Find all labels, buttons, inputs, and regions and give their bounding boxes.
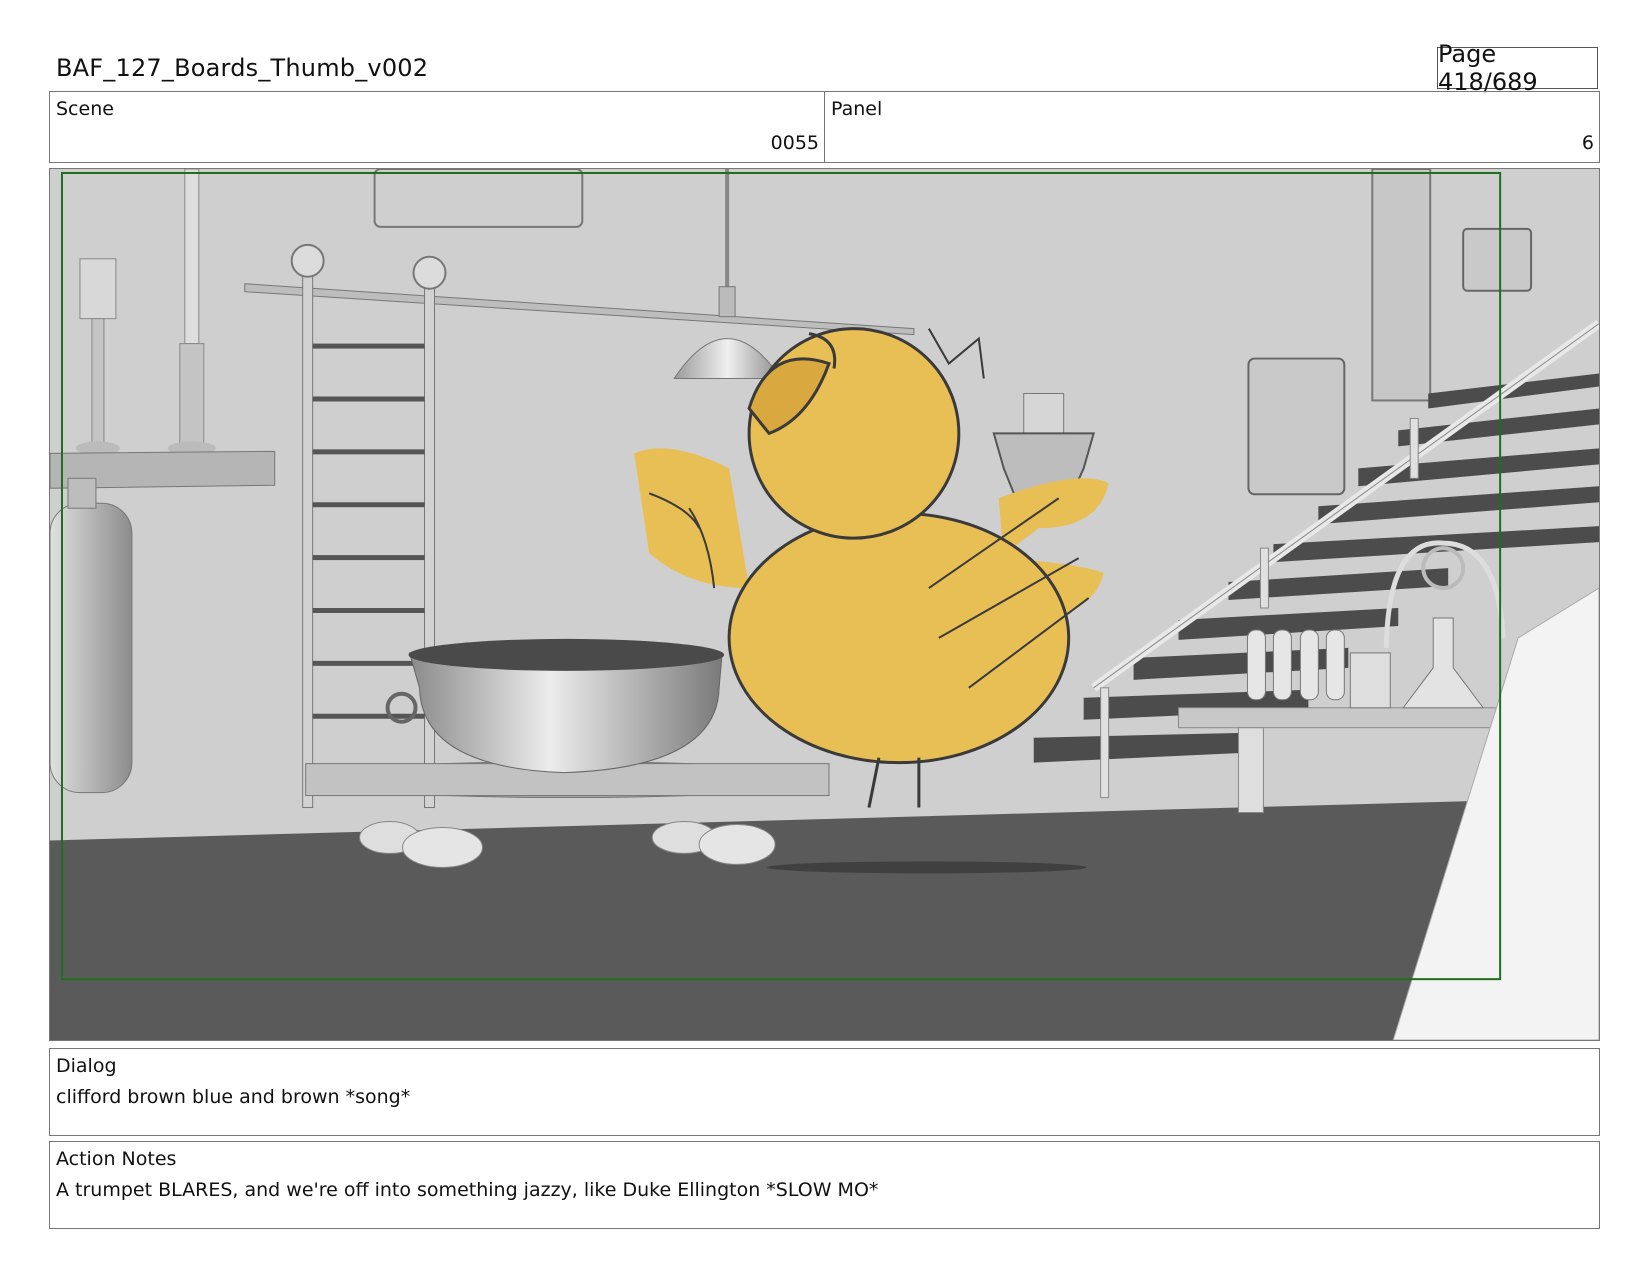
page-indicator: Page 418/689: [1437, 40, 1598, 96]
wall-frame-small: [1462, 227, 1533, 292]
dialog-box: Dialog clifford brown blue and brown *so…: [49, 1048, 1600, 1136]
page-number: Page 418/689: [1438, 40, 1538, 96]
storyboard-frame: [49, 168, 1600, 1041]
document-title: BAF_127_Boards_Thumb_v002: [56, 54, 429, 82]
storyboard-image: [50, 169, 1599, 1040]
panel-cell: Panel 6: [824, 92, 1599, 162]
scene-panel-row: Scene 0055 Panel 6: [49, 91, 1600, 163]
scene-label: Scene: [56, 98, 114, 120]
character-shadow: [767, 861, 1087, 874]
action-notes-text: A trumpet BLARES, and we're off into som…: [56, 1179, 879, 1201]
wall-frame-tall: [1247, 357, 1346, 496]
action-notes-box: Action Notes A trumpet BLARES, and we're…: [49, 1141, 1600, 1229]
wall-pillar: [1371, 169, 1432, 402]
panel-value: 6: [1581, 132, 1594, 154]
scene-value: 0055: [770, 132, 819, 154]
scene-cell: Scene 0055: [50, 92, 824, 162]
dialog-text: clifford brown blue and brown *song*: [56, 1086, 411, 1108]
panel-label: Panel: [831, 98, 883, 120]
dialog-label: Dialog: [56, 1055, 117, 1077]
action-notes-label: Action Notes: [56, 1148, 177, 1170]
